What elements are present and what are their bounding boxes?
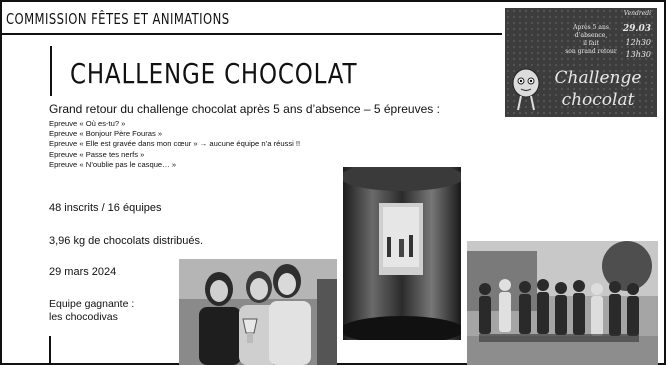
- winner-team: les chocodivas: [49, 311, 118, 323]
- subtitle: Grand retour du challenge chocolat après…: [49, 102, 440, 116]
- poster-title-line-1: Challenge: [554, 68, 642, 88]
- winner-label: Equipe gagnante :: [49, 298, 135, 310]
- events-list: Epreuve « Où es-tu? » Epreuve « Bonjour …: [49, 119, 300, 170]
- event-item: Epreuve « Où es-tu? »: [49, 119, 126, 128]
- event-date: 29 mars 2024: [49, 266, 117, 278]
- poster-day: Vendredi: [623, 10, 651, 17]
- poster-tagline-line: il fait: [583, 40, 599, 47]
- event-poster: Vendredi Après 5 ans d’absence, il fait …: [505, 8, 657, 117]
- winners-photo: [179, 259, 337, 365]
- footer-tick: [49, 336, 51, 364]
- slide-title: CHALLENGE CHOCOLAT: [70, 57, 358, 90]
- tunnel-photo-image: [343, 167, 461, 340]
- tunnel-photo: [343, 167, 461, 340]
- poster-time-start: 12h30: [625, 38, 651, 47]
- poster-title-line-2: chocolat: [561, 90, 635, 110]
- participants-photo: [467, 241, 658, 365]
- poster-tagline-line: d’absence,: [574, 32, 608, 39]
- poster-tagline: Après 5 ans d’absence, il fait son grand…: [561, 24, 621, 56]
- chocolate-mascot-icon: [512, 68, 540, 111]
- top-rule: [2, 33, 502, 35]
- poster-tagline-line: Après 5 ans: [573, 24, 609, 31]
- poster-time-end: 13h30: [625, 50, 651, 59]
- chocolates-stat: 3,96 kg de chocolats distribués.: [49, 235, 204, 247]
- registrations-stat: 48 inscrits / 16 équipes: [49, 202, 162, 214]
- commission-heading: COMMISSION FÊTES ET ANIMATIONS: [6, 10, 230, 28]
- poster-date: 29.03: [622, 24, 651, 34]
- poster-tagline-line: son grand retour: [565, 48, 617, 55]
- event-item: Epreuve « Bonjour Père Fouras »: [49, 129, 163, 139]
- title-accent-bar: [50, 46, 52, 96]
- event-item: Epreuve « N’oublie pas le casque… »: [49, 159, 177, 169]
- event-item: Epreuve « Passe tes nerfs »: [49, 149, 145, 159]
- winner-block: Equipe gagnante : les chocodivas: [49, 298, 134, 324]
- winners-photo-image: [179, 259, 337, 365]
- event-item: Epreuve « Elle est gravée dans mon cœur …: [49, 139, 301, 149]
- slide: COMMISSION FÊTES ET ANIMATIONS CHALLENGE…: [0, 0, 666, 365]
- participants-photo-image: [467, 241, 658, 365]
